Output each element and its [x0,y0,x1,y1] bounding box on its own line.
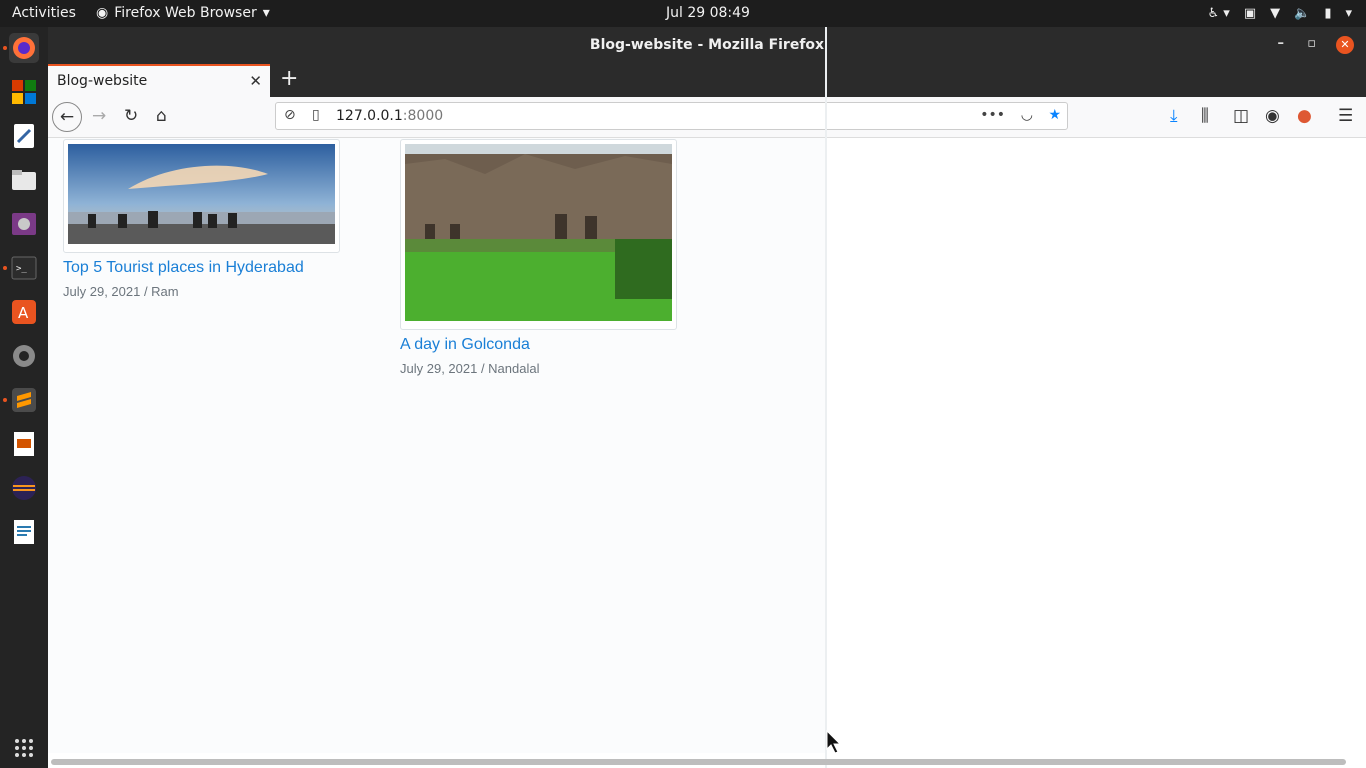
url-bar[interactable]: ⊘ ▯ 127.0.0.1:8000 ••• ◡ ★ [275,102,1068,130]
new-tab-icon[interactable]: + [280,66,298,91]
post-meta: July 29, 2021 / Nandalal [400,361,540,376]
text-editor-icon[interactable] [9,121,39,151]
page-info-icon[interactable]: ▯ [312,107,320,123]
post-card: A day in Golconda July 29, 2021 / Nandal… [400,139,677,376]
tracking-protection-icon[interactable]: ⊘ [284,107,296,123]
forward-icon[interactable]: → [92,106,106,126]
eclipse-icon[interactable] [9,473,39,503]
activities-button[interactable]: Activities [12,5,76,21]
firefox-small-icon: ◉ [96,5,109,21]
home-icon[interactable]: ⌂ [156,106,167,126]
back-icon[interactable]: ← [52,102,82,132]
post-thumbnail[interactable] [63,139,340,253]
tab-blog-website[interactable]: Blog-website ✕ [48,64,270,97]
library-icon[interactable]: ⫼ [1201,106,1209,126]
sidebar-icon[interactable]: ◫ [1233,106,1249,126]
app-menu[interactable]: ◉ Firefox Web Browser ▾ [96,5,270,21]
system-top-bar: Activities ◉ Firefox Web Browser ▾ Jul 2… [0,0,1366,27]
app-menu-label: Firefox Web Browser [114,5,257,21]
sublime-text-icon[interactable] [9,385,39,415]
url-port: :8000 [402,108,444,124]
software-center-icon[interactable] [9,77,39,107]
svg-text:>_: >_ [16,264,27,274]
downloads-icon[interactable]: ⤓ [1170,106,1178,126]
menu-icon[interactable]: ☰ [1338,106,1353,126]
page-content: Top 5 Tourist places in Hyderabad July 2… [48,27,1366,768]
volume-icon[interactable]: 🔈 [1294,6,1310,21]
files-icon[interactable] [9,165,39,195]
horizontal-scrollbar[interactable] [51,759,1346,765]
pocket-icon[interactable]: ◡ [1021,107,1033,123]
ubuntu-software-icon[interactable]: A [9,297,39,327]
post-card: Top 5 Tourist places in Hyderabad July 2… [63,139,340,299]
page-actions-icon[interactable]: ••• [980,107,1005,123]
post-meta: July 29, 2021 / Ram [63,284,179,299]
writer-icon[interactable] [9,517,39,547]
system-tray[interactable]: ♿ ▾ ▣ ▼ 🔈 ▮ ▾ [1208,3,1352,23]
running-indicator [3,46,7,50]
running-indicator [3,266,7,270]
terminal-icon[interactable]: >_ [9,253,39,283]
dock: >_ A [0,27,48,768]
firefox-window: Blog-website - Mozilla Firefox – ▫ ✕ Blo… [48,27,1366,768]
post-title-link[interactable]: A day in Golconda [400,336,677,354]
post-thumbnail[interactable] [400,139,677,330]
tab-close-icon[interactable]: ✕ [249,72,262,90]
running-indicator [3,398,7,402]
video-player-icon[interactable] [9,209,39,239]
svg-text:A: A [18,304,29,322]
navigation-toolbar: ← → ↻ ⌂ ⊘ ▯ 127.0.0.1:8000 ••• ◡ ★ ⤓ ⫼ ◫… [48,97,1366,138]
reload-icon[interactable]: ↻ [124,106,138,126]
settings-icon[interactable] [9,341,39,371]
post-title-link[interactable]: Top 5 Tourist places in Hyderabad [63,259,340,277]
impress-icon[interactable] [9,429,39,459]
window-titlebar[interactable]: Blog-website - Mozilla Firefox – ▫ ✕ [48,27,1366,64]
close-icon[interactable]: ✕ [1336,36,1354,54]
url-host: 127.0.0.1 [336,108,403,124]
responsive-divider[interactable] [825,27,827,768]
window-title: Blog-website - Mozilla Firefox [589,37,825,53]
battery-icon[interactable]: ▮ [1324,6,1331,21]
wifi-icon[interactable]: ▼ [1270,6,1280,21]
power-menu-icon[interactable]: ▾ [1345,6,1352,21]
mouse-cursor-icon [826,729,842,758]
maximize-icon[interactable]: ▫ [1307,36,1316,51]
url-text[interactable]: 127.0.0.1:8000 [336,108,443,124]
tab-label: Blog-website [57,73,148,89]
show-applications-icon[interactable] [9,733,39,763]
minimize-icon[interactable]: – [1278,36,1285,51]
clock[interactable]: Jul 29 08:49 [666,5,750,21]
bookmark-star-icon[interactable]: ★ [1048,107,1061,123]
accessibility-icon[interactable]: ♿ ▾ [1208,6,1230,21]
chevron-down-icon: ▾ [262,5,270,21]
account-icon[interactable]: ◉ [1265,106,1280,126]
camera-icon[interactable]: ▣ [1244,6,1256,21]
duckduckgo-extension-icon[interactable]: ● [1297,106,1312,126]
tab-bar: Blog-website ✕ + [48,64,1366,97]
firefox-icon[interactable] [9,33,39,63]
